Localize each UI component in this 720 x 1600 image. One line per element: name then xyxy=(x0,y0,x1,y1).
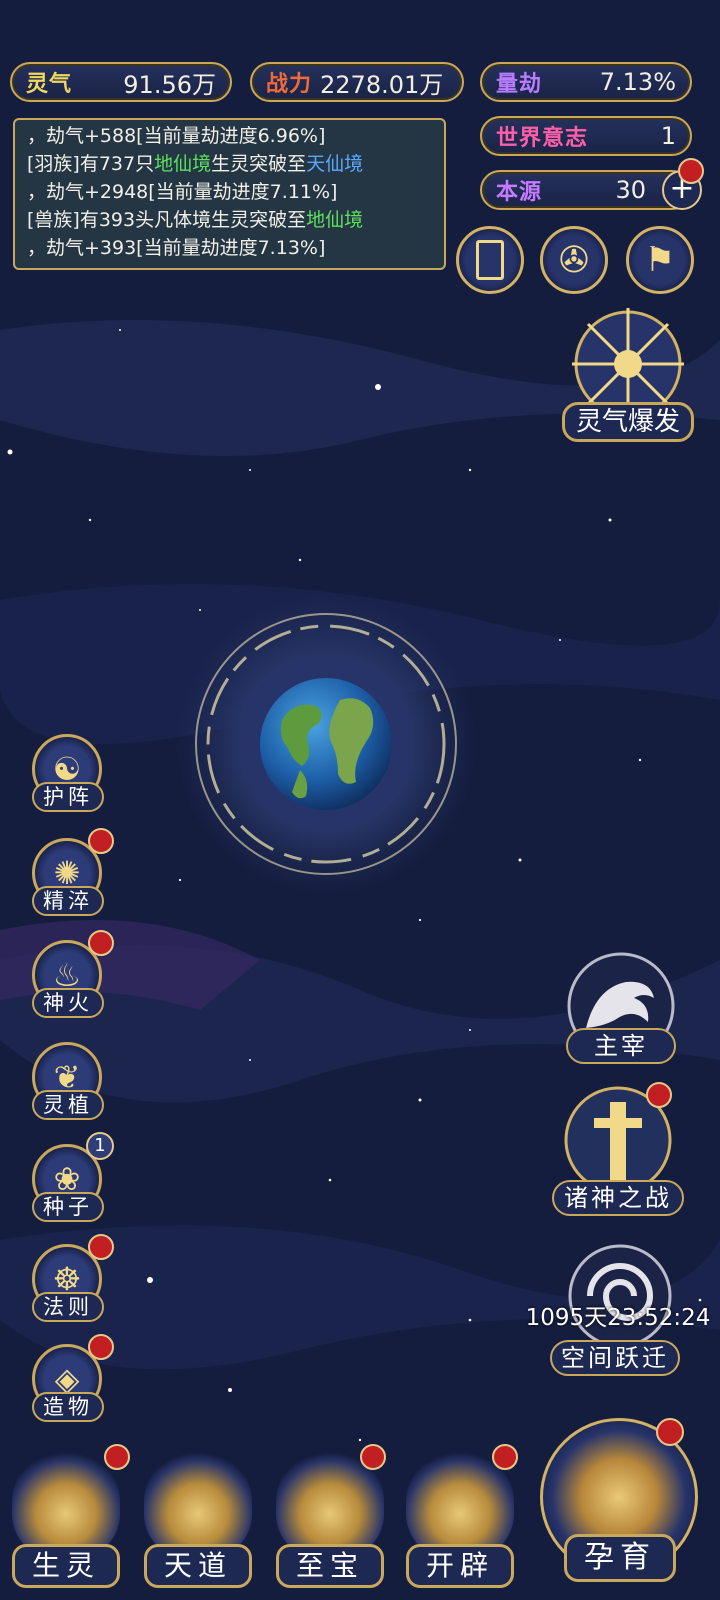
side-item-label: 造物 xyxy=(32,1392,104,1422)
card-button[interactable] xyxy=(456,226,524,294)
zhanli-bar[interactable]: 战力 2278.01万 xyxy=(250,62,464,102)
benyuan-value: 30 xyxy=(615,176,646,204)
gods-war-alert-dot xyxy=(646,1082,672,1108)
faze-alert-dot xyxy=(88,1234,114,1260)
space-leap-timer: 1095天23:52:24 xyxy=(525,1305,711,1331)
creature-icon xyxy=(12,1448,120,1558)
yunyu-alert-dot xyxy=(656,1418,684,1446)
side-item-lingzhi[interactable]: ❦ 灵植 xyxy=(28,1042,112,1132)
spirit-burst-button[interactable]: 灵气爆发 xyxy=(562,306,694,444)
liangjie-bar[interactable]: 量劫 7.13% xyxy=(480,62,692,102)
world-will-bar[interactable]: 世界意志 1 xyxy=(480,116,692,156)
benyuan-label: 本源 xyxy=(496,180,543,205)
shenhuo-alert-dot xyxy=(88,930,114,956)
vortex-button[interactable]: ✇ xyxy=(540,226,608,294)
nav-label: 生灵 xyxy=(12,1544,120,1588)
nav-zhibao[interactable]: 至宝 xyxy=(270,1448,390,1598)
event-log[interactable]: ，劫气+588[当前量劫进度6.96%] [羽族]有737只地仙境生灵突破至天仙… xyxy=(13,118,446,270)
seed-count-badge: 1 xyxy=(86,1132,114,1160)
side-item-label: 种子 xyxy=(32,1192,104,1222)
master-button[interactable]: 主宰 xyxy=(556,948,686,1088)
nav-label: 至宝 xyxy=(276,1544,384,1588)
zaowu-alert-dot xyxy=(88,1334,114,1360)
log-line: ，劫气+393[当前量劫进度7.13%] xyxy=(27,237,326,259)
side-item-label: 护阵 xyxy=(32,782,104,812)
benyuan-alert-dot xyxy=(678,158,704,184)
zhanli-value: 2278.01万 xyxy=(320,70,444,99)
zhibao-alert-dot xyxy=(360,1444,386,1470)
kaipi-alert-dot xyxy=(492,1444,518,1470)
spirit-burst-label: 灵气爆发 xyxy=(562,402,694,442)
world-will-label: 世界意志 xyxy=(496,126,589,151)
side-item-label: 灵植 xyxy=(32,1090,104,1120)
space-leap-button[interactable]: 1095天23:52:24 空间跃迁 xyxy=(520,1240,716,1380)
liangjie-value: 7.13% xyxy=(599,68,676,96)
nav-tiandao[interactable]: 天道 xyxy=(138,1448,258,1598)
master-label: 主宰 xyxy=(566,1028,676,1064)
lingqi-label: 灵气 xyxy=(26,72,73,97)
nav-kaipi[interactable]: 开辟 xyxy=(400,1448,520,1598)
jingcui-alert-dot xyxy=(88,828,114,854)
flag-icon: ⚑ xyxy=(644,240,676,280)
nav-label: 天道 xyxy=(144,1544,252,1588)
shengling-alert-dot xyxy=(104,1444,130,1470)
side-item-label: 精淬 xyxy=(32,886,104,916)
space-leap-label: 空间跃迁 xyxy=(550,1340,680,1376)
heaven-cloud-icon xyxy=(144,1448,252,1558)
lingqi-value: 91.56万 xyxy=(123,70,216,99)
planet-earth[interactable] xyxy=(176,594,476,894)
lingqi-bar[interactable]: 灵气 91.56万 xyxy=(10,62,232,102)
log-line: ，劫气+2948[当前量劫进度7.11%] xyxy=(27,181,338,203)
side-item-huzhen[interactable]: ☯ 护阵 xyxy=(28,734,112,824)
log-line: [羽族]有737只地仙境生灵突破至天仙境 xyxy=(27,153,364,175)
liangjie-label: 量劫 xyxy=(496,72,543,97)
log-line: [兽族]有393头凡体境生灵突破至地仙境 xyxy=(27,209,364,231)
log-line: ，劫气+588[当前量劫进度6.96%] xyxy=(27,125,326,147)
zhanli-label: 战力 xyxy=(266,72,313,97)
world-will-value: 1 xyxy=(660,122,676,150)
nav-shengling[interactable]: 生灵 xyxy=(6,1448,126,1598)
nav-label: 孕育 xyxy=(564,1534,676,1582)
nav-label: 开辟 xyxy=(406,1544,514,1588)
side-item-label: 法则 xyxy=(32,1292,104,1322)
vortex-icon: ✇ xyxy=(558,239,590,281)
side-item-label: 神火 xyxy=(32,988,104,1018)
benyuan-bar[interactable]: 本源 30 xyxy=(480,170,692,210)
flag-button[interactable]: ⚑ xyxy=(626,226,694,294)
gods-war-label: 诸神之战 xyxy=(552,1180,684,1216)
card-icon xyxy=(476,240,504,280)
